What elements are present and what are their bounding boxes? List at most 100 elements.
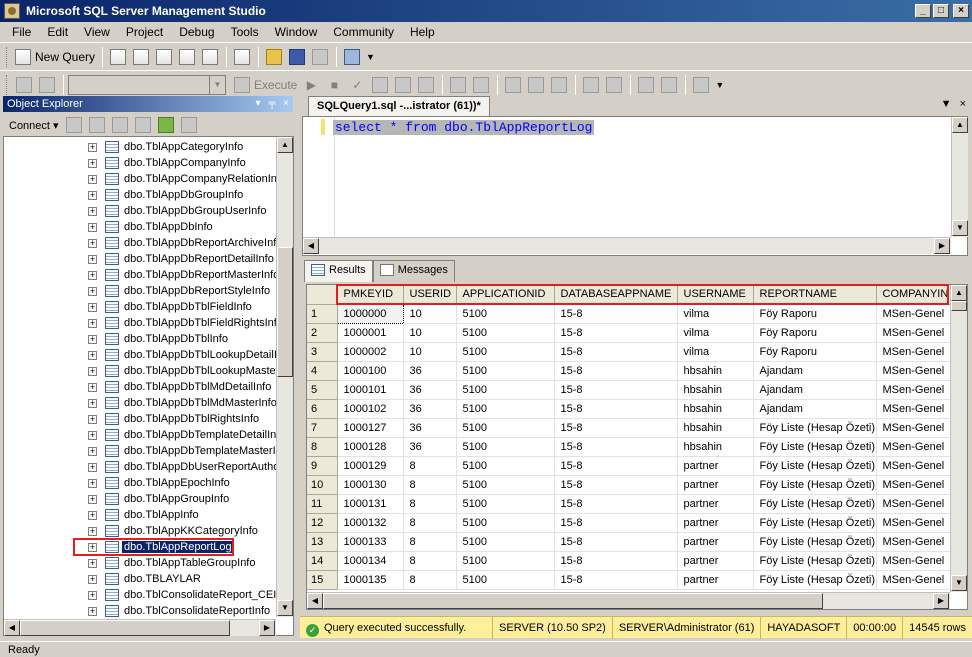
expand-icon[interactable]: + — [88, 494, 97, 504]
tree-item-table[interactable]: + dbo.TblAppEpochInfo — [4, 475, 279, 491]
grid-cell[interactable]: 1000101 — [337, 380, 404, 400]
close-document-icon[interactable]: × — [960, 98, 966, 110]
expand-icon[interactable]: + — [88, 590, 97, 600]
expand-icon[interactable]: + — [88, 222, 97, 232]
close-icon[interactable]: × — [279, 96, 293, 112]
start-powershell-button[interactable] — [178, 114, 200, 136]
dropdown-icon[interactable]: ▾ — [251, 96, 265, 112]
grid-cell[interactable]: Föy Liste (Hesap Özeti) — [753, 532, 877, 552]
grid-cell[interactable]: 8 — [403, 475, 457, 495]
grid-cell[interactable]: 10 — [403, 304, 457, 324]
grid-cell[interactable]: 5100 — [456, 570, 555, 590]
tree-item-table[interactable]: + dbo.TblAppGroupInfo — [4, 491, 279, 507]
save-button[interactable] — [286, 46, 308, 68]
tree-item-table[interactable]: + dbo.TblAppDbGroupInfo — [4, 187, 279, 203]
expand-icon[interactable]: + — [88, 446, 97, 456]
tree-item-table[interactable]: + dbo.TblAppDbTblLookupDetailIn — [4, 347, 283, 363]
open-file-button[interactable] — [263, 46, 285, 68]
toolbar-grip[interactable] — [6, 46, 9, 67]
results-vscrollbar[interactable]: ▲ ▼ — [950, 285, 967, 592]
scroll-up-button[interactable]: ▲ — [952, 117, 968, 133]
table-row[interactable]: 15 1000135 8 5100 15-8 partner Föy Liste (Hesa… — [307, 570, 952, 590]
grid-cell[interactable]: hbsahin — [677, 418, 754, 438]
tree-item-table[interactable]: + dbo.TblAppCategoryInfo — [4, 139, 279, 155]
connect-query-button[interactable] — [13, 74, 35, 96]
results-to-file-button[interactable] — [548, 74, 570, 96]
menu-project[interactable]: Project — [118, 22, 171, 42]
grid-cell[interactable]: 1000135 — [337, 570, 404, 590]
grid-cell[interactable]: vilma — [677, 323, 754, 343]
row-number[interactable]: 3 — [307, 342, 338, 362]
expand-icon[interactable]: + — [88, 382, 97, 392]
table-row[interactable]: 11 1000131 8 5100 15-8 partner Föy Liste (Hesa… — [307, 494, 952, 514]
grid-cell[interactable]: 15-8 — [554, 513, 678, 533]
grid-cell[interactable]: 15-8 — [554, 323, 678, 343]
refresh-button[interactable] — [155, 114, 177, 136]
scroll-thumb[interactable] — [20, 620, 230, 636]
save-all-button[interactable] — [309, 46, 331, 68]
grid-cell[interactable]: 8 — [403, 570, 457, 590]
grid-cell[interactable]: 5100 — [456, 342, 555, 362]
grid-cell[interactable]: 15-8 — [554, 456, 678, 476]
grid-cell[interactable]: partner — [677, 551, 754, 571]
object-explorer-tree[interactable]: + dbo.TblAppCategoryInfo + dbo.TblAppCompan… — [3, 136, 294, 636]
tree-item-table[interactable]: + dbo.TblAppDbTblMdMasterInfo — [4, 395, 279, 411]
expand-icon[interactable]: + — [88, 158, 97, 168]
sql-query-text[interactable]: select * from dbo.TblAppReportLog — [333, 120, 595, 135]
expand-icon[interactable]: + — [88, 398, 97, 408]
new-file-button[interactable] — [231, 46, 253, 68]
execute-button[interactable]: Execute — [232, 74, 299, 96]
grid-cell[interactable]: partner — [677, 532, 754, 552]
scroll-down-button[interactable]: ▼ — [951, 575, 967, 591]
expand-icon[interactable]: + — [88, 430, 97, 440]
grid-cell[interactable]: partner — [677, 475, 754, 495]
scroll-left-button[interactable]: ◀ — [4, 620, 20, 636]
query-designer-button[interactable] — [392, 74, 414, 96]
grid-cell[interactable]: 8 — [403, 494, 457, 514]
grid-cell[interactable]: 8 — [403, 551, 457, 571]
grid-cell[interactable]: partner — [677, 513, 754, 533]
grid-cell[interactable]: MSen-Genel — [876, 437, 952, 457]
expand-icon[interactable]: + — [88, 574, 97, 584]
database-engine-query-button[interactable] — [107, 46, 129, 68]
tree-item-table[interactable]: + dbo.TblAppDbReportMasterInfo — [4, 267, 279, 283]
menu-tools[interactable]: Tools — [223, 22, 267, 42]
grid-cell[interactable]: MSen-Genel — [876, 323, 952, 343]
row-number[interactable]: 6 — [307, 399, 338, 419]
scroll-down-button[interactable]: ▼ — [277, 600, 293, 616]
table-row[interactable]: 13 1000133 8 5100 15-8 partner Föy Liste (Hesa… — [307, 532, 952, 552]
tree-item-table[interactable]: + dbo.TblAppKKCategoryInfo — [4, 523, 279, 539]
table-row[interactable]: 7 1000127 36 5100 15-8 hbsahin Föy Liste (Hesa… — [307, 418, 952, 438]
connect-object-explorer-button[interactable] — [63, 114, 85, 136]
grid-cell[interactable]: 1000129 — [337, 456, 404, 476]
minimize-button[interactable]: _ — [915, 4, 931, 18]
sqlce-query-button[interactable] — [199, 46, 221, 68]
maximize-button[interactable]: □ — [933, 4, 949, 18]
table-row[interactable]: 1 1000000 10 5100 15-8 vilma Föy Raporu MSen-Ge… — [307, 303, 952, 324]
expand-icon[interactable]: + — [88, 366, 97, 376]
grid-cell[interactable]: vilma — [677, 304, 754, 324]
expand-icon[interactable]: + — [88, 606, 97, 616]
grid-corner-cell[interactable] — [307, 285, 338, 305]
dmx-query-button[interactable] — [153, 46, 175, 68]
menu-edit[interactable]: Edit — [39, 22, 76, 42]
connect-button[interactable]: Connect ▾ — [9, 119, 59, 132]
available-databases-combo[interactable]: ▼ — [68, 74, 226, 95]
grid-cell[interactable]: 5100 — [456, 456, 555, 476]
tab-messages[interactable]: Messages — [372, 260, 455, 282]
expand-icon[interactable]: + — [88, 526, 97, 536]
tree-item-table[interactable]: + dbo.TblAppDbTblInfo — [4, 331, 279, 347]
menu-help[interactable]: Help — [402, 22, 443, 42]
grid-cell[interactable]: 15-8 — [554, 361, 678, 381]
debug-button[interactable]: ▶ — [300, 74, 322, 96]
grid-cell[interactable]: 1000132 — [337, 513, 404, 533]
grid-cell[interactable]: 5100 — [456, 380, 555, 400]
cancel-query-button[interactable]: ■ — [323, 74, 345, 96]
grid-cell[interactable]: MSen-Genel — [876, 418, 952, 438]
expand-icon[interactable]: + — [88, 302, 97, 312]
grid-cell[interactable]: 1000002 — [337, 342, 404, 362]
grid-cell[interactable]: MSen-Genel — [876, 456, 952, 476]
grid-cell[interactable]: partner — [677, 570, 754, 590]
expand-icon[interactable]: + — [88, 270, 97, 280]
grid-cell[interactable]: Ajandam — [753, 380, 877, 400]
